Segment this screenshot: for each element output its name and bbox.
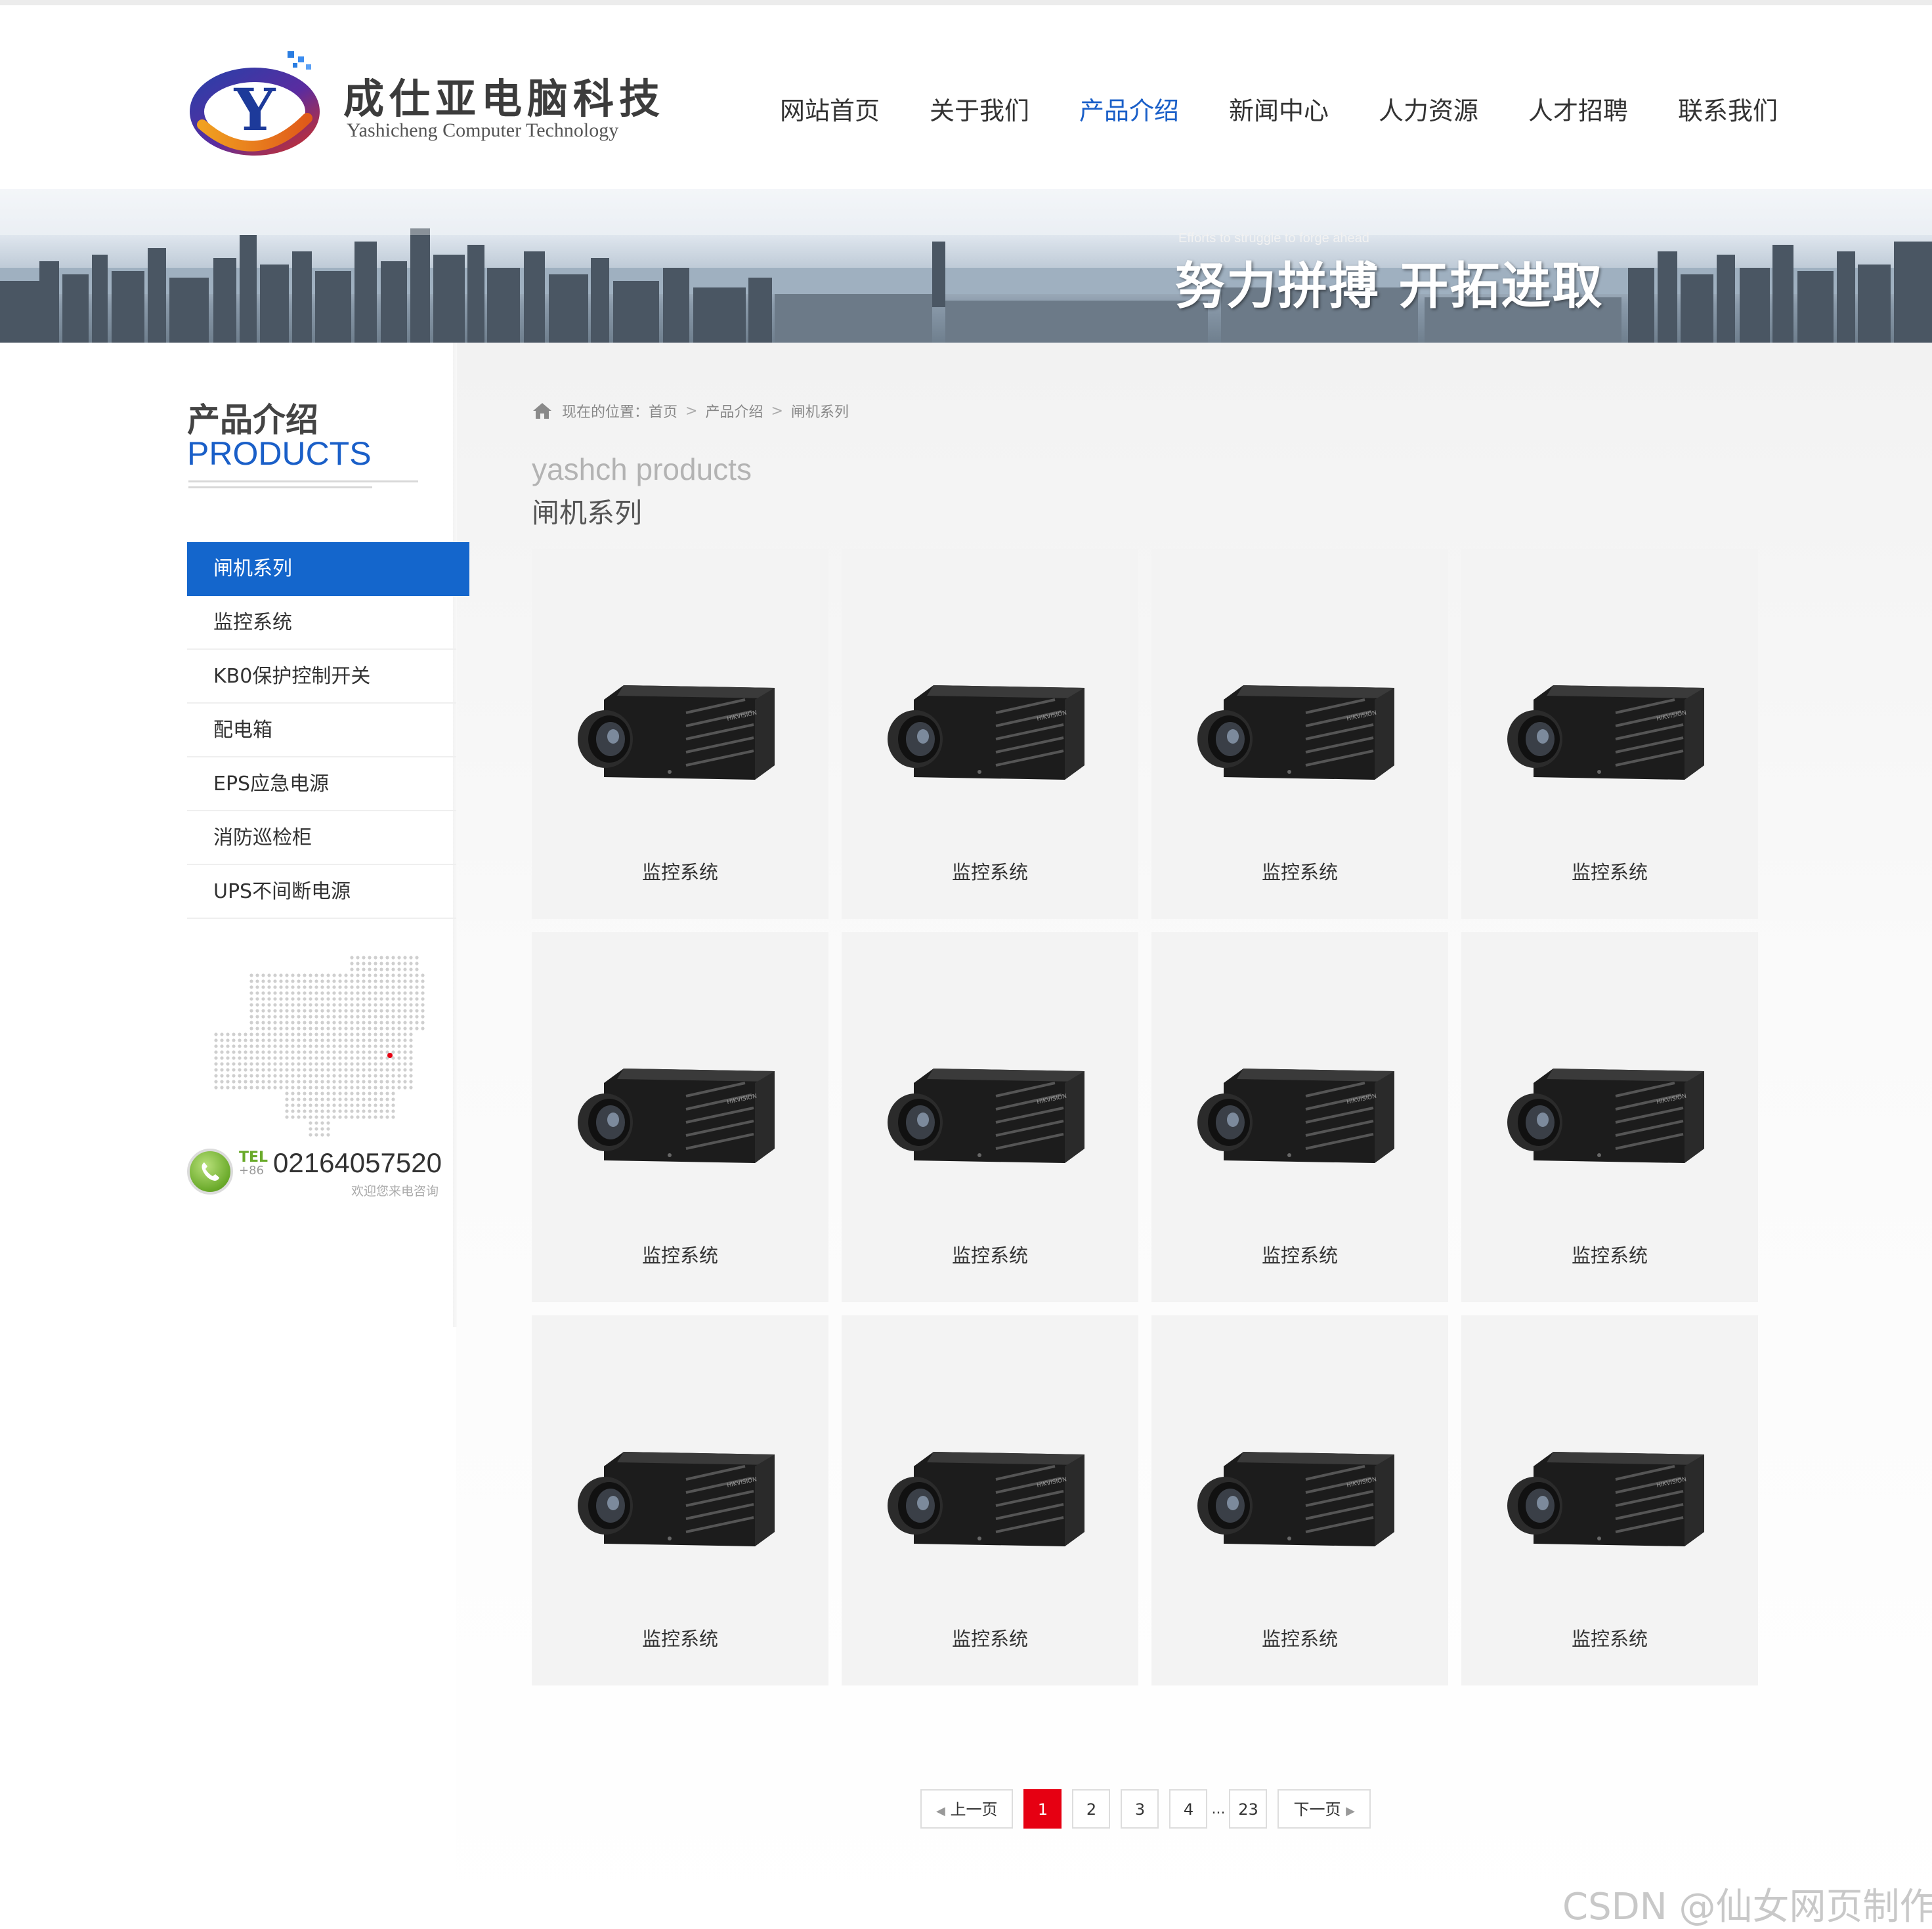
product-card[interactable]: HIKVISION 监控系统 xyxy=(1151,1315,1448,1685)
prev-page-button[interactable]: ◀ 上一页 xyxy=(920,1789,1014,1829)
product-image[interactable]: HIKVISION xyxy=(1507,673,1711,792)
tel-number[interactable]: 02164057520 xyxy=(273,1147,442,1179)
product-image[interactable]: HIKVISION xyxy=(888,673,1091,792)
sidebar-item-distribution-box[interactable]: 配电箱 xyxy=(187,704,456,757)
svg-text:Y: Y xyxy=(234,75,276,144)
pagination-ellipsis: ... xyxy=(1211,1800,1226,1817)
product-name[interactable]: 监控系统 xyxy=(842,1240,1138,1268)
sidebar-item-kb0-switch[interactable]: KB0保护控制开关 xyxy=(187,650,456,704)
product-image[interactable]: HIKVISION xyxy=(888,1440,1091,1558)
product-card[interactable]: HIKVISION 监控系统 xyxy=(1151,549,1448,919)
product-image[interactable]: HIKVISION xyxy=(1197,1057,1401,1175)
sidebar-item-fire-cabinet[interactable]: 消防巡检柜 xyxy=(187,811,456,865)
sidebar-decorative-lines xyxy=(188,477,418,494)
product-card[interactable]: HIKVISION 监控系统 xyxy=(842,1315,1138,1685)
china-dot-map xyxy=(214,956,425,1137)
top-border xyxy=(0,0,1932,5)
product-card[interactable]: HIKVISION 监控系统 xyxy=(532,1315,828,1685)
product-image[interactable]: HIKVISION xyxy=(1197,673,1401,792)
nav-item-contact[interactable]: 联系我们 xyxy=(1653,91,1803,127)
product-name[interactable]: 监控系统 xyxy=(1151,857,1448,885)
product-image[interactable]: HIKVISION xyxy=(578,673,781,792)
product-card[interactable]: HIKVISION 监控系统 xyxy=(842,932,1138,1302)
product-name[interactable]: 监控系统 xyxy=(1461,857,1758,885)
breadcrumb: 现在的位置： 首页 > 产品介绍 > 闸机系列 xyxy=(532,400,849,421)
site-logo[interactable]: Y 成仕亚电脑科技 Yashicheng Computer Technology xyxy=(189,46,660,164)
product-name[interactable]: 监控系统 xyxy=(532,1240,828,1268)
logo-english-name: Yashicheng Computer Technology xyxy=(347,119,619,141)
sidebar-item-monitoring[interactable]: 监控系统 xyxy=(187,596,456,650)
banner: Efforts to struggle to forge ahead 努力拼搏 … xyxy=(0,189,1932,343)
page-button-last[interactable]: 23 xyxy=(1229,1789,1268,1829)
page-button-1[interactable]: 1 xyxy=(1023,1789,1062,1829)
breadcrumb-current[interactable]: 闸机系列 xyxy=(791,400,849,421)
product-card[interactable]: HIKVISION 监控系统 xyxy=(532,932,828,1302)
product-card[interactable]: HIKVISION 监控系统 xyxy=(1461,932,1758,1302)
logo-chinese-name: 成仕亚电脑科技 xyxy=(343,75,666,123)
logo-y-icon: Y xyxy=(190,51,320,156)
product-card[interactable]: HIKVISION 监控系统 xyxy=(532,549,828,919)
product-name[interactable]: 监控系统 xyxy=(1151,1624,1448,1651)
product-name[interactable]: 监控系统 xyxy=(842,857,1138,885)
nav-item-jobs[interactable]: 人才招聘 xyxy=(1503,91,1653,127)
product-image[interactable]: HIKVISION xyxy=(888,1057,1091,1175)
product-card[interactable]: HIKVISION 监控系统 xyxy=(1461,1315,1758,1685)
next-page-label: 下一页 xyxy=(1293,1800,1341,1819)
city-skyline-image xyxy=(0,189,1932,343)
breadcrumb-separator-icon: > xyxy=(685,402,698,419)
product-image[interactable]: HIKVISION xyxy=(1507,1057,1711,1175)
sidebar-item-gate-series[interactable]: 闸机系列 xyxy=(187,542,469,596)
nav-item-hr[interactable]: 人力资源 xyxy=(1354,91,1503,127)
triangle-left-icon: ◀ xyxy=(936,1804,945,1818)
nav-item-about[interactable]: 关于我们 xyxy=(905,91,1054,127)
tel-note: 欢迎您来电咨询 xyxy=(351,1184,439,1198)
product-name[interactable]: 监控系统 xyxy=(1151,1240,1448,1268)
section-title-en: yashch products xyxy=(532,452,752,486)
nav-item-products[interactable]: 产品介绍 xyxy=(1054,91,1204,127)
product-grid: HIKVISION 监控系统 HIKVISION 监控系统 HIKVISION … xyxy=(532,549,1759,1685)
sidebar-item-eps[interactable]: EPS应急电源 xyxy=(187,757,456,811)
sidebar-item-ups[interactable]: UPS不间断电源 xyxy=(187,865,456,919)
prev-page-label: 上一页 xyxy=(950,1800,998,1819)
pagination: ◀ 上一页 1 2 3 4 ... 23 下一页 ▶ xyxy=(920,1789,1371,1829)
product-name[interactable]: 监控系统 xyxy=(842,1624,1138,1651)
page-button-3[interactable]: 3 xyxy=(1121,1789,1159,1829)
product-name[interactable]: 监控系统 xyxy=(532,857,828,885)
product-name[interactable]: 监控系统 xyxy=(1461,1240,1758,1268)
sidebar-menu: 闸机系列 监控系统 KB0保护控制开关 配电箱 EPS应急电源 消防巡检柜 UP… xyxy=(187,542,469,919)
nav-item-home[interactable]: 网站首页 xyxy=(755,91,905,127)
watermark: CSDN @仙女网页制作 xyxy=(1562,1886,1932,1928)
product-image[interactable]: HIKVISION xyxy=(1197,1440,1401,1558)
page-button-4[interactable]: 4 xyxy=(1169,1789,1208,1829)
header: Y 成仕亚电脑科技 Yashicheng Computer Technology… xyxy=(0,5,1932,189)
next-page-button[interactable]: 下一页 ▶ xyxy=(1277,1789,1371,1829)
triangle-right-icon: ▶ xyxy=(1346,1804,1355,1818)
page-button-2[interactable]: 2 xyxy=(1072,1789,1111,1829)
breadcrumb-prefix: 现在的位置： xyxy=(562,404,649,421)
product-image[interactable]: HIKVISION xyxy=(1507,1440,1711,1558)
product-name[interactable]: 监控系统 xyxy=(1461,1624,1758,1651)
product-image[interactable]: HIKVISION xyxy=(578,1057,781,1175)
phone-icon xyxy=(187,1149,233,1195)
breadcrumb-separator-icon: > xyxy=(771,402,783,419)
product-card[interactable]: HIKVISION 监控系统 xyxy=(1151,932,1448,1302)
main-nav: 网站首页 关于我们 产品介绍 新闻中心 人力资源 人才招聘 联系我们 xyxy=(755,91,1803,127)
banner-slogan: 努力拼搏 开拓进取 xyxy=(1175,257,1604,315)
section-title-cn: 闸机系列 xyxy=(532,497,643,529)
sidebar-title-en: PRODUCTS xyxy=(187,435,372,472)
product-image[interactable]: HIKVISION xyxy=(578,1440,781,1558)
product-card[interactable]: HIKVISION 监控系统 xyxy=(842,549,1138,919)
product-name[interactable]: 监控系统 xyxy=(532,1624,828,1651)
home-icon xyxy=(533,403,551,419)
tel-label: TEL +86 xyxy=(239,1151,268,1177)
breadcrumb-products[interactable]: 产品介绍 xyxy=(705,400,763,421)
banner-subtitle: Efforts to struggle to forge ahead xyxy=(1178,231,1369,245)
breadcrumb-home[interactable]: 首页 xyxy=(649,400,677,421)
product-card[interactable]: HIKVISION 监控系统 xyxy=(1461,549,1758,919)
tel-country-code: +86 xyxy=(239,1164,264,1177)
location-marker-icon xyxy=(387,1053,393,1058)
nav-item-news[interactable]: 新闻中心 xyxy=(1204,91,1354,127)
